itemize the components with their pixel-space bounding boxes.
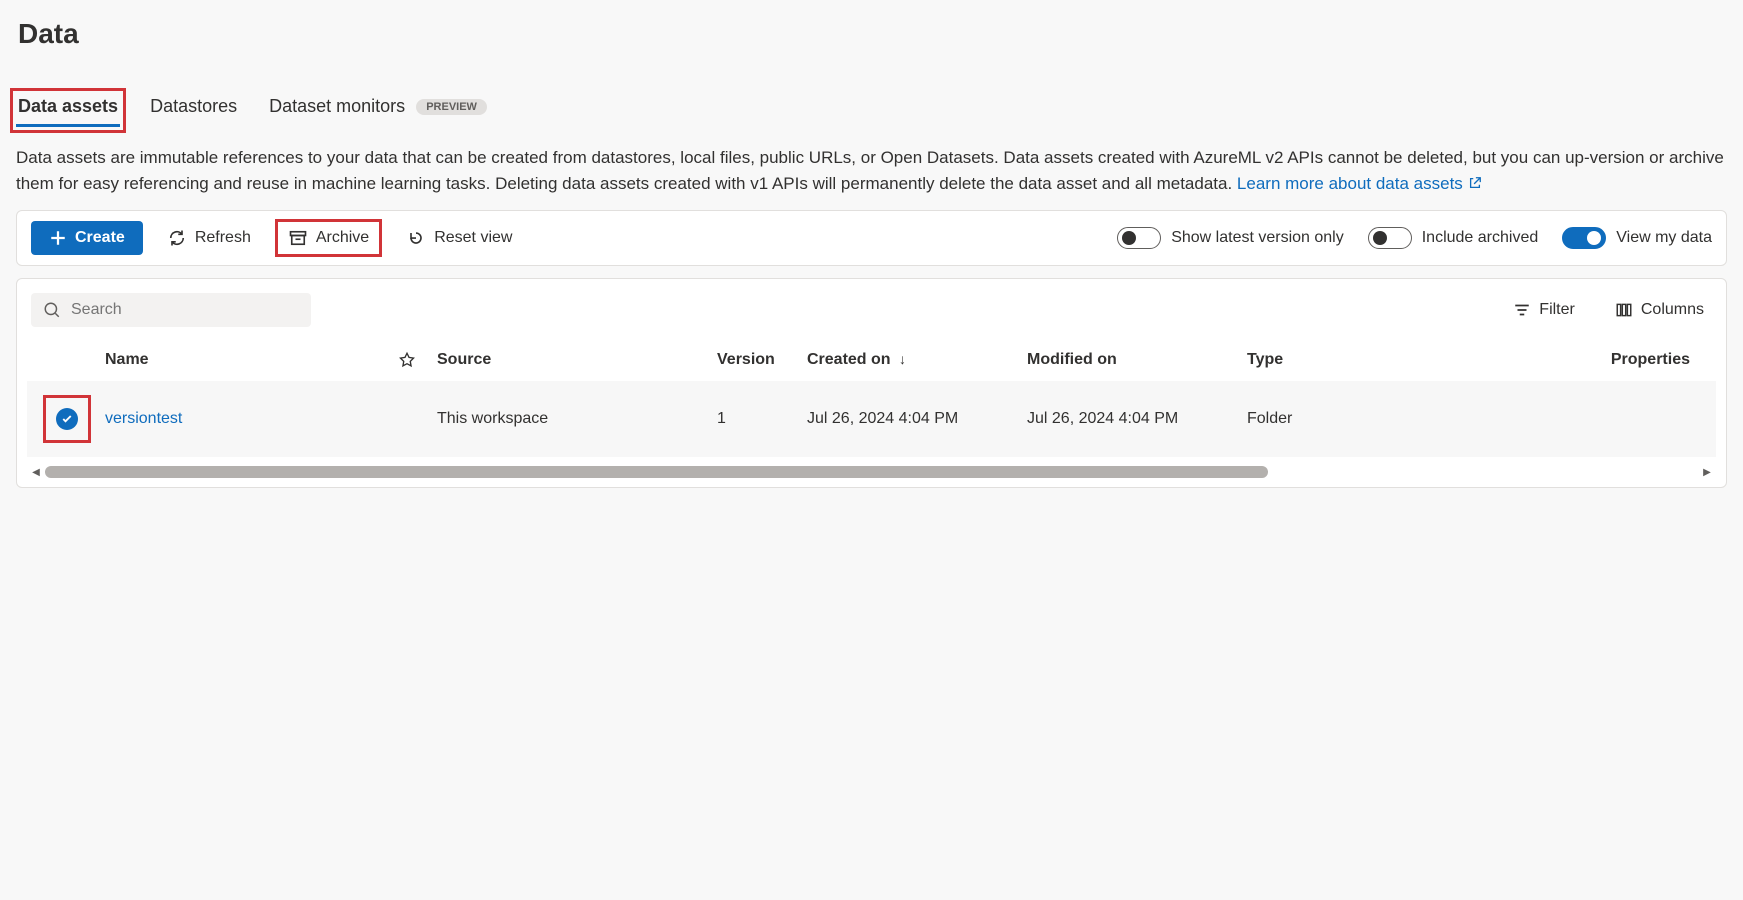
toggle-view-my-data-switch[interactable] <box>1562 227 1606 249</box>
search-input-wrap[interactable] <box>31 293 311 327</box>
sort-descending-icon: ↓ <box>899 351 906 367</box>
external-link-icon <box>1468 176 1482 190</box>
tab-dataset-monitors[interactable]: Dataset monitors PREVIEW <box>267 90 489 127</box>
row-name-cell: versiontest <box>97 410 377 428</box>
refresh-button[interactable]: Refresh <box>159 222 259 254</box>
toggle-view-my-data: View my data <box>1562 227 1712 249</box>
highlight-archive-button: Archive <box>275 219 382 257</box>
toggle-include-archived-label: Include archived <box>1422 229 1539 247</box>
row-modified-cell: Jul 26, 2024 4:04 PM <box>1027 410 1247 428</box>
tabs-bar: Data assets Datastores Dataset monitors … <box>16 90 1727 127</box>
tab-dataset-monitors-label: Dataset monitors <box>269 96 405 116</box>
toolbar: Create Refresh <box>16 210 1727 266</box>
column-header-type[interactable]: Type <box>1247 351 1367 369</box>
scroll-left-icon[interactable]: ◀ <box>27 467 45 478</box>
scroll-thumb[interactable] <box>45 466 1268 478</box>
create-button-label: Create <box>75 229 125 247</box>
row-checkbox-checked[interactable] <box>56 408 78 430</box>
columns-button-label: Columns <box>1641 301 1704 319</box>
archive-icon <box>288 228 308 248</box>
reset-view-icon <box>406 228 426 248</box>
row-version-cell: 1 <box>717 410 807 428</box>
table-toolbar: Filter Columns <box>27 289 1716 339</box>
data-assets-table: Name Source Version Created on ↓ Modifie… <box>27 339 1716 481</box>
row-name-link[interactable]: versiontest <box>105 410 182 427</box>
preview-badge: PREVIEW <box>416 99 487 115</box>
star-icon <box>398 351 416 369</box>
table-panel: Filter Columns Name <box>16 278 1727 488</box>
toolbar-left: Create Refresh <box>31 219 520 257</box>
toggle-view-my-data-label: View my data <box>1616 229 1712 247</box>
refresh-icon <box>167 228 187 248</box>
reset-view-button[interactable]: Reset view <box>398 222 520 254</box>
horizontal-scrollbar[interactable]: ◀ ▶ <box>27 457 1716 481</box>
tab-data-assets-label: Data assets <box>18 96 118 116</box>
scroll-track[interactable] <box>45 465 1698 479</box>
toggle-include-archived-switch[interactable] <box>1368 227 1412 249</box>
table-header-row: Name Source Version Created on ↓ Modifie… <box>27 339 1716 381</box>
scroll-right-icon[interactable]: ▶ <box>1698 467 1716 478</box>
table-toolbar-right: Filter Columns <box>1505 295 1712 325</box>
highlight-row-checkbox <box>43 395 91 443</box>
toggle-latest-version-label: Show latest version only <box>1171 229 1344 247</box>
columns-button[interactable]: Columns <box>1607 295 1712 325</box>
toggle-latest-version: Show latest version only <box>1117 227 1344 249</box>
column-header-source[interactable]: Source <box>437 351 717 369</box>
page-title: Data <box>16 0 1727 60</box>
search-input[interactable] <box>71 301 299 319</box>
tab-datastores[interactable]: Datastores <box>148 90 239 127</box>
description-text: Data assets are immutable references to … <box>16 145 1727 196</box>
toolbar-right: Show latest version only Include archive… <box>1117 227 1712 249</box>
search-icon <box>43 301 61 319</box>
refresh-button-label: Refresh <box>195 229 251 247</box>
toggle-include-archived: Include archived <box>1368 227 1539 249</box>
column-header-created-on[interactable]: Created on ↓ <box>807 351 1027 369</box>
column-header-modified-on[interactable]: Modified on <box>1027 351 1247 369</box>
row-created-cell: Jul 26, 2024 4:04 PM <box>807 410 1027 428</box>
table-row[interactable]: versiontest This workspace 1 Jul 26, 202… <box>27 381 1716 457</box>
archive-button[interactable]: Archive <box>284 226 373 250</box>
toggle-latest-version-switch[interactable] <box>1117 227 1161 249</box>
plus-icon <box>49 229 67 247</box>
filter-icon <box>1513 301 1531 319</box>
row-source-cell: This workspace <box>437 410 717 428</box>
learn-more-link[interactable]: Learn more about data assets <box>1237 174 1482 193</box>
learn-more-link-text: Learn more about data assets <box>1237 174 1463 193</box>
columns-icon <box>1615 301 1633 319</box>
filter-button-label: Filter <box>1539 301 1575 319</box>
reset-view-button-label: Reset view <box>434 229 512 247</box>
column-header-version[interactable]: Version <box>717 351 807 369</box>
archive-button-label: Archive <box>316 229 369 247</box>
tab-data-assets[interactable]: Data assets <box>16 90 120 127</box>
row-select-cell <box>37 395 97 443</box>
column-header-created-on-label: Created on <box>807 351 891 368</box>
row-type-cell: Folder <box>1247 410 1367 428</box>
filter-button[interactable]: Filter <box>1505 295 1583 325</box>
column-header-name[interactable]: Name <box>97 351 377 369</box>
column-header-properties[interactable]: Properties <box>1367 351 1706 369</box>
create-button[interactable]: Create <box>31 221 143 255</box>
column-header-favorite[interactable] <box>377 351 437 369</box>
